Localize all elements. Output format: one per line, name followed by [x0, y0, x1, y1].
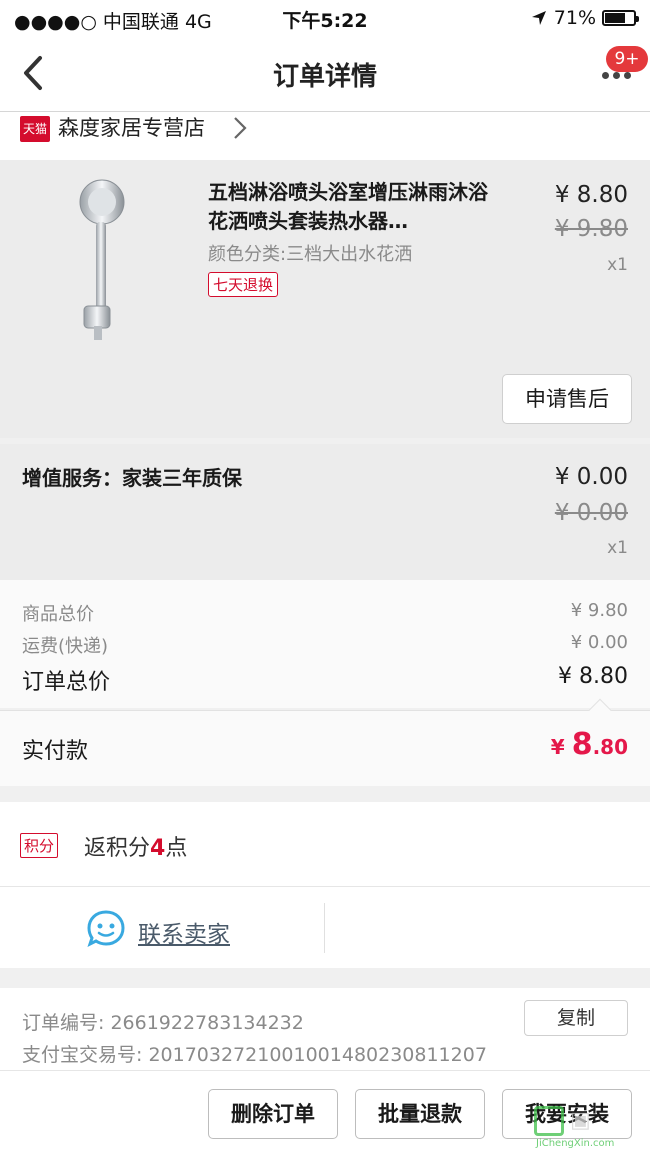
points-count: 4 — [150, 836, 166, 861]
battery-percent: 71% — [553, 7, 596, 29]
product-price: ¥ 8.80 — [554, 182, 628, 208]
order-info: 订单编号: 2661922783134232 支付宝交易号: 201703272… — [0, 988, 650, 1070]
goods-total-label: 商品总价 — [22, 604, 94, 625]
service-original-price: ¥ 0.00 — [554, 500, 628, 526]
status-bar: ●●●●○ 中国联通 4G 下午5:22 71% — [0, 0, 650, 36]
actual-payment-row: 实付款 ¥ 8.80 — [0, 710, 650, 786]
contact-seller-link[interactable]: 联系卖家 — [138, 915, 230, 949]
shipping-label: 运费(快递) — [22, 636, 109, 657]
value-added-service: 增值服务：家装三年质保 ¥ 0.00 ¥ 0.00 x1 — [0, 444, 650, 580]
contact-row: 联系卖家 — [0, 886, 650, 968]
watermark-site: JiChengXin.com — [536, 1138, 615, 1149]
product-item[interactable]: 五档淋浴喷头浴室增压淋雨沐浴花洒喷头套装热水器… 颜色分类:三档大出水花洒 七天… — [0, 160, 650, 438]
shop-row[interactable]: 天猫 森度家居专营店 — [0, 112, 650, 160]
shower-head-image — [79, 179, 125, 340]
return-policy-tag: 七天退换 — [208, 272, 279, 297]
tmall-logo: 天猫 — [20, 116, 50, 142]
notification-badge: 9+ — [606, 46, 648, 72]
watermark-icon — [534, 1106, 564, 1136]
chat-bubble-icon[interactable] — [86, 909, 126, 949]
order-number: 订单编号: 2661922783134232 — [22, 1012, 304, 1034]
goods-total-value: ¥ 9.80 — [570, 600, 628, 621]
shop-name: 森度家居专营店 — [58, 116, 205, 140]
points-suffix: 点 — [165, 836, 188, 861]
product-title[interactable]: 五档淋浴喷头浴室增压淋雨沐浴花洒喷头套装热水器… — [208, 178, 498, 236]
product-quantity: x1 — [607, 255, 628, 275]
product-sku: 颜色分类:三档大出水花洒 — [208, 244, 413, 265]
copy-button[interactable]: 复制 — [524, 1000, 628, 1036]
order-total-label: 订单总价 — [22, 670, 111, 695]
points-prefix: 返积分 — [84, 836, 151, 861]
price-summary: 商品总价 ¥ 9.80 运费(快递) ¥ 0.00 订单总价 ¥ 8.80 — [0, 580, 650, 708]
service-price: ¥ 0.00 — [554, 464, 628, 490]
paid-integer: 8 — [571, 727, 593, 762]
paid-decimal: .80 — [592, 735, 628, 759]
page-title: 订单详情 — [272, 62, 377, 92]
service-label: 增值服务：家装三年质保 — [22, 466, 242, 490]
chevron-right-icon — [234, 117, 247, 139]
watermark-logo: ▣ JiChengXin.com — [534, 1104, 644, 1152]
alipay-trade-number: 支付宝交易号: 2017032721001001480230811207 — [22, 1044, 487, 1066]
battery-icon — [602, 10, 639, 26]
batch-refund-button[interactable]: 批量退款 — [355, 1089, 485, 1139]
nav-bar: 订单详情 — [0, 36, 650, 112]
divider — [324, 903, 325, 953]
status-right: 71% — [530, 7, 639, 29]
after-sale-button[interactable]: 申请售后 — [502, 374, 632, 424]
order-total-value: ¥ 8.80 — [558, 664, 628, 689]
points-text: 返积分4点 — [84, 830, 187, 862]
location-arrow-icon — [531, 11, 546, 25]
paid-currency: ¥ — [550, 735, 572, 759]
watermark-glyph: ▣ — [570, 1108, 591, 1133]
shipping-value: ¥ 0.00 — [570, 632, 628, 653]
product-original-price: ¥ 9.80 — [554, 216, 628, 242]
actual-payment-value: ¥ 8.80 — [551, 727, 628, 762]
delete-order-button[interactable]: 删除订单 — [208, 1089, 338, 1139]
points-row: 积分 返积分4点 — [0, 802, 650, 886]
points-badge: 积分 — [20, 833, 59, 858]
actual-payment-label: 实付款 — [22, 739, 89, 764]
service-quantity: x1 — [607, 538, 628, 558]
